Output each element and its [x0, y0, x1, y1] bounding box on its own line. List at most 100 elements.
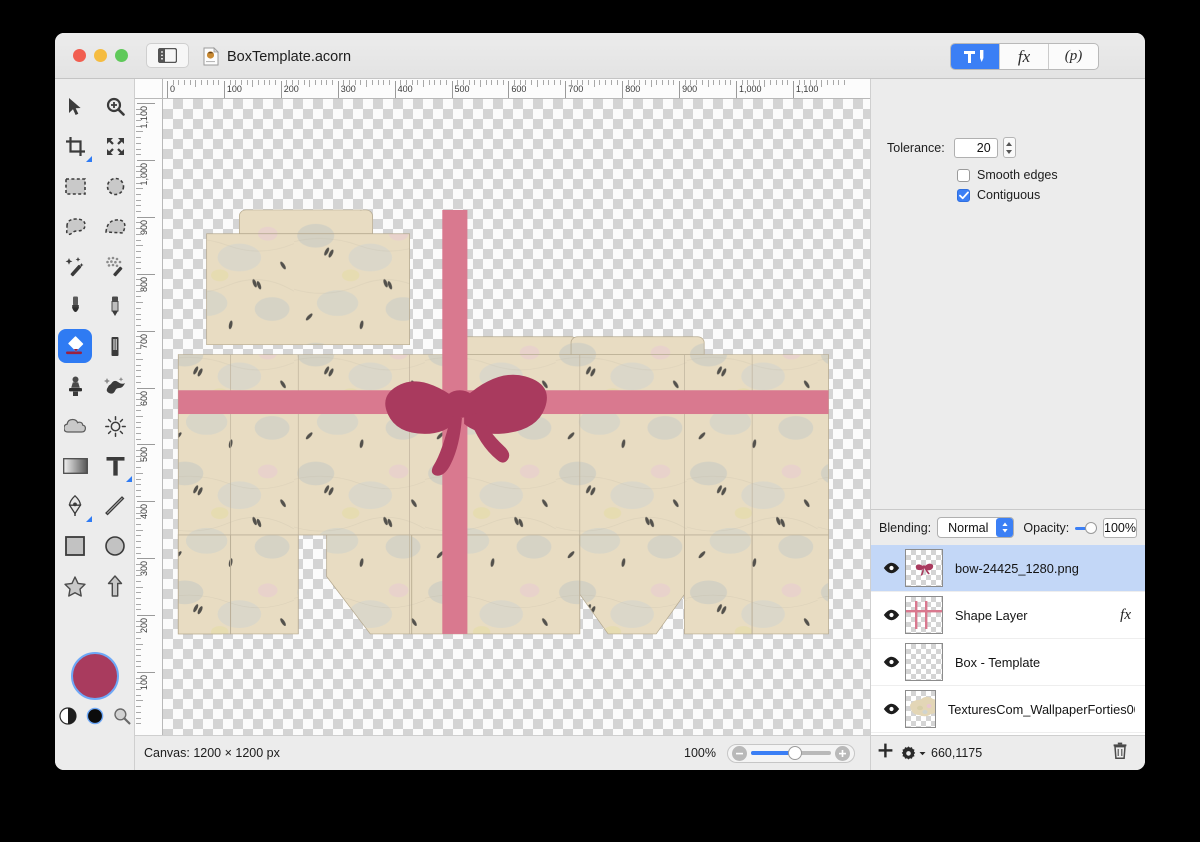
window-titlebar: BoxTemplate.acorn fx (p)	[55, 33, 1145, 79]
star-shape-icon	[64, 575, 86, 597]
brush-tool-button[interactable]	[55, 286, 95, 326]
bezier-pen-button[interactable]	[55, 486, 95, 526]
layer-actions-button[interactable]	[901, 745, 926, 761]
add-layer-button[interactable]	[878, 743, 893, 763]
horizontal-ruler[interactable]: 0 100 200 300 400 500 600 700 800 900 1,000 1,100	[163, 79, 870, 99]
rectangular-select-icon	[64, 177, 86, 195]
layer-row-shape[interactable]: Shape Layer fx	[871, 592, 1145, 639]
crop-tool-more-indicator[interactable]	[86, 156, 92, 162]
sidebar-toggle-button[interactable]	[146, 43, 189, 68]
tolerance-stepper[interactable]	[1002, 137, 1016, 158]
blur-tool-button[interactable]	[55, 406, 95, 446]
zoom-out-icon	[736, 752, 743, 754]
zoom-window-button[interactable]	[115, 49, 128, 62]
move-tool-button[interactable]	[55, 86, 95, 126]
star-shape-button[interactable]	[55, 566, 95, 606]
opacity-slider[interactable]	[1075, 521, 1098, 535]
arrow-shape-button[interactable]	[95, 566, 135, 606]
pen-tool-more-indicator[interactable]	[86, 516, 92, 522]
paint-bucket-button[interactable]	[55, 326, 95, 366]
color-mini-controls	[55, 707, 135, 725]
zoom-out-button[interactable]	[732, 745, 747, 761]
gradient-tool-icon	[62, 458, 88, 474]
line-tool-button[interactable]	[95, 486, 135, 526]
zoom-slider-track[interactable]	[751, 746, 831, 760]
default-colors-icon[interactable]	[86, 707, 104, 725]
transform-tool-button[interactable]	[95, 126, 135, 166]
paint-bucket-icon	[66, 336, 84, 355]
ruler-tick-label: 1,000	[739, 84, 762, 94]
rectangular-select-button[interactable]	[55, 166, 95, 206]
vertical-ruler[interactable]: 1,100 1,000 900 800 700 600 500 400 300 200 100	[135, 99, 163, 735]
smooth-edges-label: Smooth edges	[977, 168, 1058, 182]
layer-visibility-toggle[interactable]	[881, 703, 901, 715]
canvas-viewport[interactable]	[163, 99, 870, 735]
crop-tool-button[interactable]	[55, 126, 95, 166]
lasso-select-button[interactable]	[55, 206, 95, 246]
opacity-slider-knob[interactable]	[1085, 521, 1098, 534]
line-tool-icon	[104, 495, 124, 515]
canvas-artwork[interactable]	[163, 99, 870, 735]
tab-palettes[interactable]: (p)	[1049, 44, 1098, 69]
layer-name-texture: TexturesCom_WallpaperForties0022_s…	[947, 701, 1135, 717]
layer-visibility-toggle[interactable]	[881, 609, 901, 621]
contiguous-checkbox[interactable]	[957, 188, 970, 202]
layer-row-bow[interactable]: bow-24425_1280.png	[871, 545, 1145, 592]
blending-mode-select[interactable]: Normal	[937, 517, 1015, 538]
lasso-select-icon	[65, 217, 86, 235]
text-tool-more-indicator[interactable]	[126, 476, 132, 482]
foreground-color-swatch[interactable]	[71, 652, 119, 700]
transform-tool-icon	[106, 137, 124, 155]
layer-name-bow: bow-24425_1280.png	[955, 560, 1079, 576]
smooth-edges-row[interactable]: Smooth edges	[957, 168, 1058, 182]
ruler-tick-label: 1,000	[139, 162, 149, 186]
ruler-tick-label: 300	[139, 561, 149, 577]
clone-stamp-button[interactable]	[55, 366, 95, 406]
text-tool-button[interactable]	[95, 446, 135, 486]
add-layer-icon	[878, 743, 893, 758]
rectangle-shape-icon	[65, 536, 85, 556]
rectangle-shape-button[interactable]	[55, 526, 95, 566]
elliptical-select-button[interactable]	[95, 166, 135, 206]
contiguous-row[interactable]: Contiguous	[957, 188, 1040, 202]
smudge-tool-button[interactable]	[95, 366, 135, 406]
layer-actions-gear-icon	[901, 745, 916, 759]
pencil-tool-icon	[111, 296, 119, 316]
dodge-tool-button[interactable]	[95, 406, 135, 446]
chevron-down-icon	[919, 751, 926, 755]
close-window-button[interactable]	[73, 49, 86, 62]
ellipse-shape-button[interactable]	[95, 526, 135, 566]
stepper-arrows-icon	[1006, 141, 1013, 154]
layer-visibility-toggle[interactable]	[881, 656, 901, 668]
zoom-tool-button[interactable]	[95, 86, 135, 126]
tab-tools[interactable]	[951, 44, 1000, 69]
layer-row-box-template[interactable]: Box - Template	[871, 639, 1145, 686]
hammer-and-pen-icon	[964, 50, 984, 63]
instant-alpha-button[interactable]	[95, 246, 135, 286]
tolerance-input[interactable]: 20	[953, 137, 998, 158]
zoom-in-button[interactable]	[835, 745, 850, 761]
acorn-document-icon	[203, 47, 219, 66]
ruler-tick-label: 800	[139, 276, 149, 292]
minimize-window-button[interactable]	[94, 49, 107, 62]
pencil-tool-button[interactable]	[95, 286, 135, 326]
smooth-edges-checkbox[interactable]	[957, 168, 970, 182]
ruler-tick-label: 400	[139, 504, 149, 520]
polygon-select-button[interactable]	[95, 206, 135, 246]
tab-filters[interactable]: fx	[1000, 44, 1049, 69]
opacity-input[interactable]: 100%	[1103, 517, 1137, 538]
eraser-tool-button[interactable]	[95, 326, 135, 366]
delete-layer-button[interactable]	[1113, 742, 1127, 764]
magic-wand-button[interactable]	[55, 246, 95, 286]
ruler-tick-label: 200	[283, 84, 299, 94]
zoom-slider-knob[interactable]	[787, 746, 802, 760]
gradient-tool-button[interactable]	[55, 446, 95, 486]
zoom-in-icon	[839, 749, 846, 757]
color-controls	[55, 652, 135, 725]
layer-fx-badge[interactable]: fx	[1120, 607, 1131, 624]
layer-row-texture[interactable]: TexturesCom_WallpaperForties0022_s…	[871, 686, 1145, 733]
color-picker-icon[interactable]	[113, 707, 131, 725]
zoom-slider-control[interactable]	[727, 743, 855, 763]
layer-visibility-toggle[interactable]	[881, 562, 901, 574]
swap-colors-icon[interactable]	[59, 707, 77, 725]
